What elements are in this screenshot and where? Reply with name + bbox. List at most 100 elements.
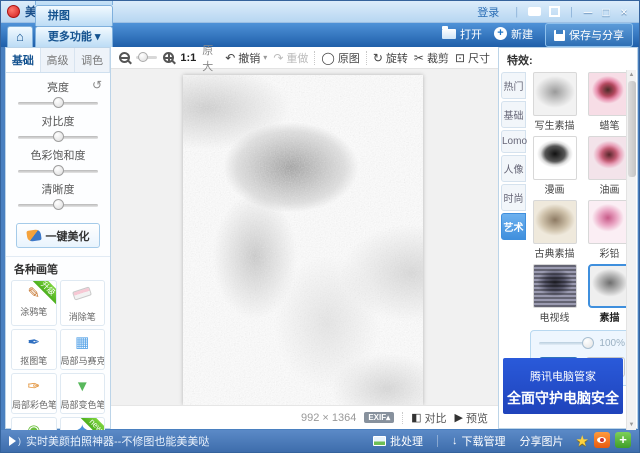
zoom-ratio[interactable]: 1:1 <box>180 52 196 64</box>
download-manager-button[interactable]: ↓ 下载管理 <box>452 433 506 449</box>
effect-古典素描[interactable]: 古典素描 <box>529 200 580 262</box>
undo-button[interactable]: ↶ 撤销 ▾ <box>225 50 267 66</box>
canvas-toolbar: 1:1 原大 ↶ 撤销 ▾ ↷ 重做 ◯ 原图 ↻ 旋转 ✂ <box>111 47 498 69</box>
undo-caret-icon[interactable]: ▾ <box>263 53 267 62</box>
effects-tab-艺术[interactable]: 艺术 <box>501 213 526 240</box>
effect-thumbnail[interactable] <box>533 264 577 308</box>
scrollbar-thumb[interactable] <box>628 81 636 177</box>
slider-track[interactable] <box>18 102 98 105</box>
adjust-tab-调色[interactable]: 调色 <box>75 48 110 72</box>
news-ticker[interactable]: 实时美颜拍照神器--不修图也能美美哒 <box>26 433 209 449</box>
effect-thumbnail[interactable] <box>533 200 577 244</box>
ad-banner[interactable]: 腾讯电脑管家 全面守护电脑安全 <box>503 358 623 414</box>
adjust-tab-基础[interactable]: 基础 <box>6 48 41 72</box>
zoom-in-icon[interactable] <box>163 52 174 63</box>
brush-局部彩色笔[interactable]: ✑局部彩色笔 <box>11 373 57 414</box>
weibo-icon[interactable] <box>594 432 610 448</box>
skin-icon[interactable] <box>549 6 560 17</box>
resize-button[interactable]: ⊡ 尺寸 <box>455 50 490 66</box>
effects-tab-人像[interactable]: 人像 <box>501 155 526 182</box>
effect-thumbnail[interactable] <box>533 72 577 116</box>
exif-badge[interactable]: EXIF▴ <box>364 412 394 423</box>
rotate-icon: ↻ <box>373 51 383 65</box>
photo-sketch-image <box>183 75 423 405</box>
effects-tab-基础[interactable]: 基础 <box>501 101 526 128</box>
new-button[interactable]: + 新建 <box>494 23 533 47</box>
effects-tab-Lomo[interactable]: Lomo <box>501 130 526 153</box>
slider-track[interactable] <box>18 170 98 173</box>
slider-色彩饱和度: 色彩饱和度 <box>16 147 100 173</box>
effect-电视线[interactable]: 电视线 <box>529 264 580 326</box>
qzone-star-icon[interactable]: ★ <box>576 432 589 450</box>
undo-icon: ↶ <box>225 51 235 65</box>
slider-thumb[interactable] <box>53 97 64 108</box>
sliders-section: ↺ 亮度对比度色彩饱和度清晰度 <box>6 73 110 219</box>
add-share-icon[interactable]: + <box>615 432 631 448</box>
plus-circle-icon: + <box>494 27 507 40</box>
batch-process-button[interactable]: 批处理 <box>373 433 423 449</box>
close-button[interactable]: × <box>615 5 633 19</box>
effect-thumbnail[interactable] <box>588 264 632 308</box>
tab-更多功能 ▾[interactable]: 更多功能 ▾ <box>35 26 114 47</box>
effect-opacity-thumb[interactable] <box>582 337 594 349</box>
brush-涂鸦笔[interactable]: ✎涂鸦笔升级 <box>11 280 57 326</box>
effect-漫画[interactable]: 漫画 <box>529 136 580 198</box>
maximize-button[interactable]: □ <box>597 5 615 19</box>
effect-opacity-slider[interactable] <box>539 342 594 345</box>
effect-thumbnail[interactable] <box>533 136 577 180</box>
tab-home[interactable]: ⌂ <box>7 26 33 47</box>
recolor-pen-icon: ▼ <box>71 377 93 397</box>
original-icon: ◯ <box>321 51 334 65</box>
effects-tab-热门[interactable]: 热门 <box>501 72 526 99</box>
brush-抠图笔[interactable]: ✒抠图笔 <box>11 329 57 370</box>
scroll-down-icon[interactable]: ▼ <box>627 420 636 430</box>
compare-button[interactable]: ◧ 对比 <box>411 410 446 426</box>
original-button[interactable]: ◯ 原图 <box>321 50 359 66</box>
effects-scrollbar[interactable]: ▲ ▼ <box>626 70 636 430</box>
rotate-button[interactable]: ↻ 旋转 <box>373 50 408 66</box>
effect-thumbnail[interactable] <box>588 200 632 244</box>
eraser-pen-icon <box>71 289 93 309</box>
share-image-button[interactable]: 分享图片 <box>520 433 564 449</box>
preview-icon: ▶ <box>455 411 463 424</box>
open-button[interactable]: 打开 <box>442 23 482 47</box>
slider-亮度: 亮度 <box>16 79 100 105</box>
minimize-button[interactable]: ─ <box>579 5 597 19</box>
reset-icon[interactable]: ↺ <box>92 78 102 92</box>
canvas-area: 1:1 原大 ↶ 撤销 ▾ ↷ 重做 ◯ 原图 ↻ 旋转 ✂ <box>111 47 498 429</box>
effects-tab-时尚[interactable]: 时尚 <box>501 184 526 211</box>
slider-track[interactable] <box>18 204 98 207</box>
login-link[interactable]: 登录 <box>477 4 499 20</box>
zoom-slider-thumb[interactable] <box>138 52 148 62</box>
slider-thumb[interactable] <box>53 199 64 210</box>
canvas-viewport[interactable] <box>111 69 498 411</box>
status-bar: ) 实时美颜拍照神器--不修图也能美美哒 批处理 ↓ 下载管理 分享图片 ★ + <box>1 430 639 452</box>
redo-button[interactable]: ↷ 重做 <box>273 50 308 66</box>
zoom-slider[interactable] <box>136 56 157 59</box>
effect-写生素描[interactable]: 写生素描 <box>529 72 580 134</box>
preview-button[interactable]: ▶ 预览 <box>455 410 488 426</box>
palette-icon <box>26 229 41 242</box>
image-dimensions: 992 × 1364 <box>301 412 356 424</box>
color-pen-icon: ✑ <box>23 377 45 397</box>
slider-thumb[interactable] <box>53 165 64 176</box>
effect-thumbnail[interactable] <box>588 136 632 180</box>
zoom-out-icon[interactable] <box>119 52 130 63</box>
tab-拼图[interactable]: 拼图 <box>35 5 114 26</box>
slider-track[interactable] <box>18 136 98 139</box>
crop-button[interactable]: ✂ 裁剪 <box>414 50 449 66</box>
effect-opacity-value: 100% <box>599 338 625 349</box>
feedback-icon[interactable] <box>528 7 541 16</box>
app-window: 美图秀秀 4.0.1 登录 | | ─ □ × ⌂ 美化美容饰品文字边框场景拼图… <box>0 0 640 453</box>
brush-局部马赛克[interactable]: ▦局部马赛克 <box>60 329 106 370</box>
brush-消除笔[interactable]: 消除笔 <box>60 280 106 326</box>
save-share-button[interactable]: 保存与分享 <box>545 23 633 47</box>
scroll-up-icon[interactable]: ▲ <box>627 70 636 80</box>
effect-thumbnail[interactable] <box>588 72 632 116</box>
adjust-tab-高级[interactable]: 高级 <box>41 48 76 72</box>
one-key-beautify-button[interactable]: 一键美化 <box>16 223 100 248</box>
brush-局部变色笔[interactable]: ▼局部变色笔 <box>60 373 106 414</box>
main-tab-bar: ⌂ 美化美容饰品文字边框场景拼图更多功能 ▾ 打开 + 新建 保存与分享 <box>1 23 639 47</box>
slider-thumb[interactable] <box>53 131 64 142</box>
slider-清晰度: 清晰度 <box>16 181 100 207</box>
